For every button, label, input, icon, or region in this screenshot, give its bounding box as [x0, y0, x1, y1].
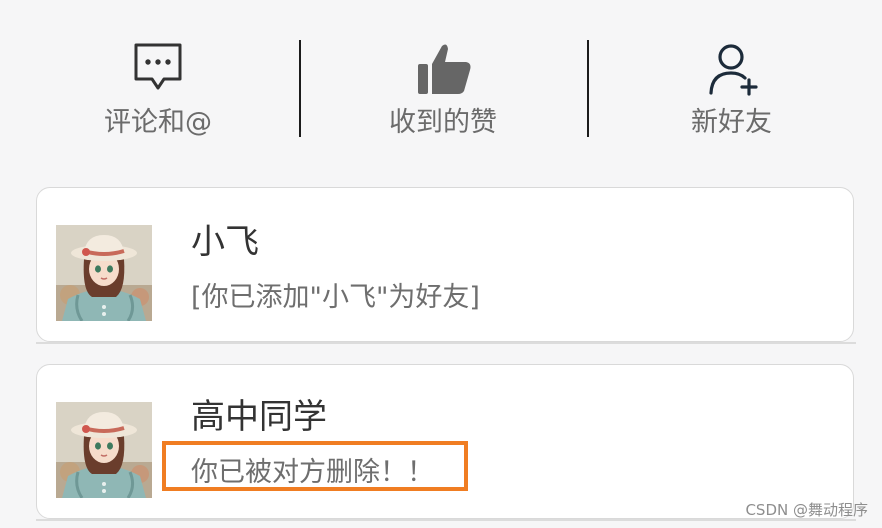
- avatar: [56, 225, 152, 321]
- tab-comments-label: 评论和@: [104, 107, 212, 138]
- conversation-message: [你已添加"小飞"为好友]: [191, 282, 480, 313]
- conversation-item-1[interactable]: 小飞 [你已添加"小飞"为好友]: [36, 187, 854, 342]
- tab-comments[interactable]: 评论和@: [88, 0, 228, 150]
- highlight-annotation-box: [162, 441, 468, 491]
- conversation-name: 小飞: [191, 222, 259, 262]
- tab-new-friends[interactable]: 新好友: [662, 0, 802, 150]
- avatar: [56, 402, 152, 498]
- tab-divider: [587, 40, 589, 137]
- tab-likes-label: 收到的赞: [389, 107, 497, 138]
- comment-icon: [133, 42, 183, 98]
- list-divider: [36, 519, 856, 521]
- tab-likes[interactable]: 收到的赞: [374, 0, 514, 150]
- tab-divider: [299, 40, 301, 137]
- add-user-icon: [707, 42, 759, 100]
- thumbs-up-icon: [416, 42, 472, 100]
- tab-new-friends-label: 新好友: [691, 107, 772, 138]
- list-divider: [36, 342, 856, 344]
- watermark: CSDN @舞动程序: [745, 501, 868, 519]
- tab-bar: 评论和@ 收到的赞 新好友: [0, 0, 882, 150]
- conversation-name: 高中同学: [191, 397, 327, 437]
